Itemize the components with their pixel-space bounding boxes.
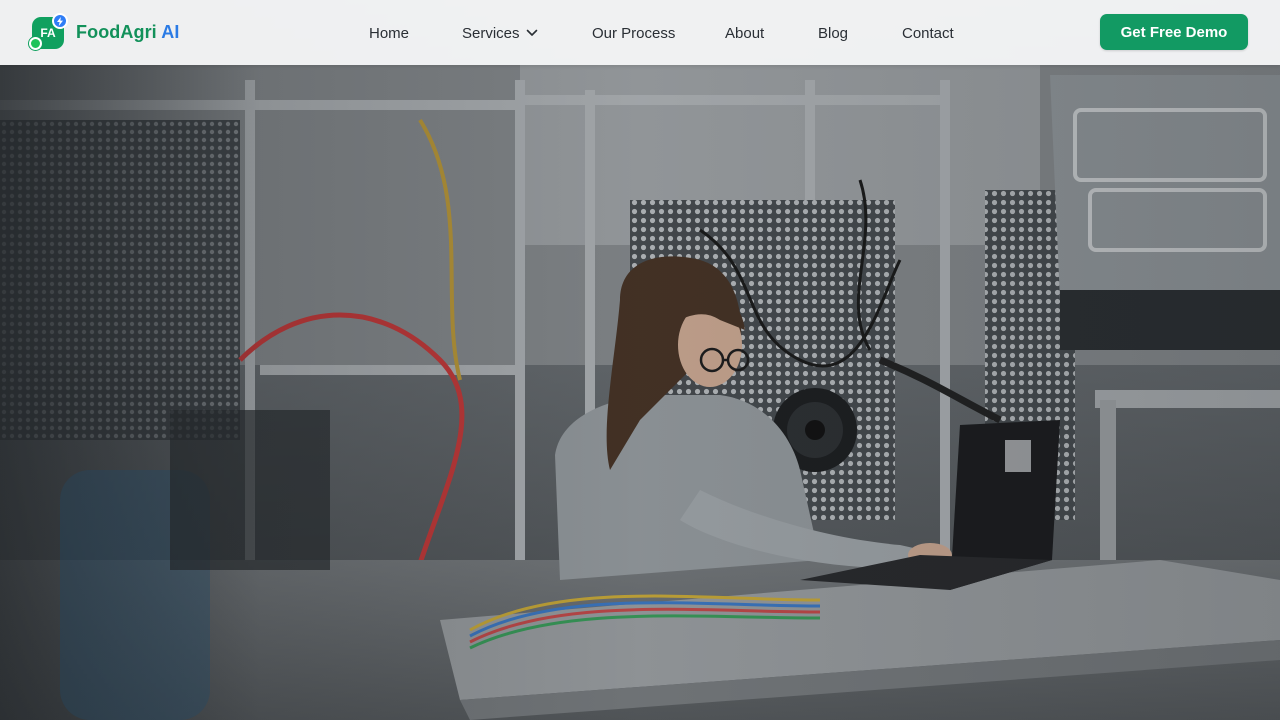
nav-services-label: Services [462,24,520,42]
hero-photo [0,65,1280,720]
get-free-demo-button[interactable]: Get Free Demo [1100,14,1248,50]
chevron-down-icon [526,29,538,37]
nav-our-process[interactable]: Our Process [592,23,675,43]
nav-blog[interactable]: Blog [818,23,848,43]
nav-about[interactable]: About [725,23,764,43]
nav-home[interactable]: Home [369,23,409,43]
hero-background [0,0,1280,720]
nav-services[interactable]: Services [462,23,538,43]
main-nav: Home Services Our Process About Blog Con… [0,0,1280,65]
top-navbar: FA FoodAgri AI Home Services Our Process… [0,0,1280,65]
nav-contact[interactable]: Contact [902,23,954,43]
